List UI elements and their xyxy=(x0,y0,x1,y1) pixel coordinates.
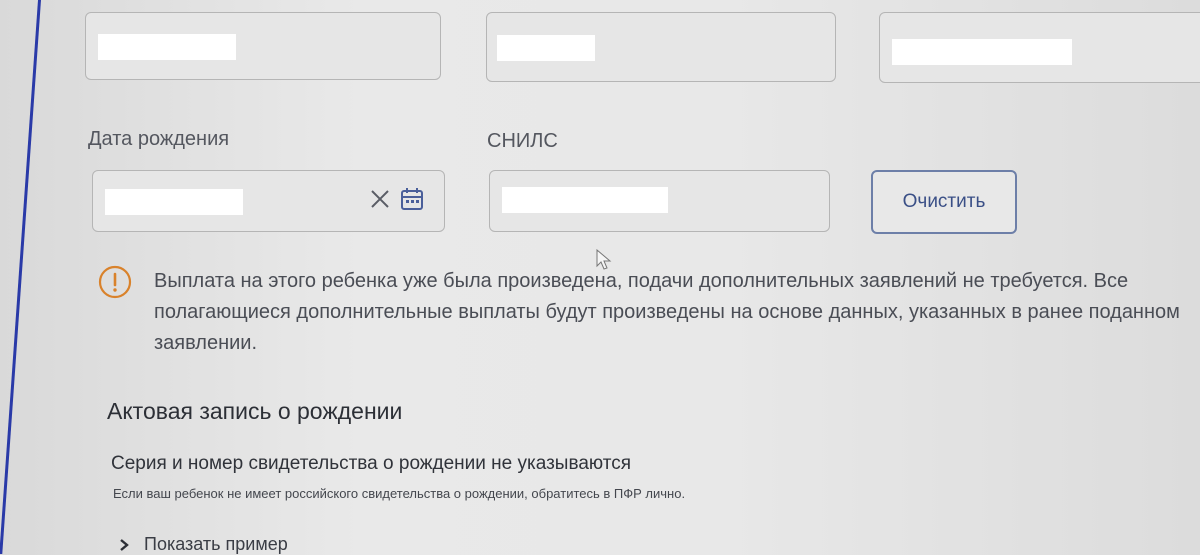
show-example-link[interactable]: Показать пример xyxy=(118,534,288,555)
show-example-label: Показать пример xyxy=(144,534,288,554)
section-title-birth-record: Актовая запись о рождении xyxy=(107,398,403,424)
birth-date-label: Дата рождения xyxy=(88,128,230,150)
snils-label: СНИЛС xyxy=(487,130,558,152)
redacted-value xyxy=(892,39,1072,65)
redacted-value xyxy=(105,189,243,215)
left-accent-bar xyxy=(0,0,41,554)
certificate-note: Серия и номер свидетельства о рождении н… xyxy=(111,453,632,474)
clear-date-icon[interactable] xyxy=(368,187,392,211)
surname-field[interactable] xyxy=(85,12,441,80)
birth-date-field[interactable] xyxy=(92,170,445,232)
chevron-right-icon xyxy=(120,538,129,551)
payment-notice-text: Выплата на этого ребенка уже была произв… xyxy=(154,270,1180,354)
first-name-field[interactable] xyxy=(486,12,836,82)
calendar-icon[interactable] xyxy=(400,187,424,211)
redacted-value xyxy=(497,35,595,61)
redacted-value xyxy=(502,187,668,213)
redacted-value xyxy=(98,34,236,60)
clear-button[interactable]: Очистить xyxy=(871,170,1017,234)
patronymic-field[interactable] xyxy=(879,12,1200,83)
certificate-hint: Если ваш ребенок не имеет российского св… xyxy=(113,486,686,501)
warning-icon xyxy=(98,265,132,299)
snils-field[interactable] xyxy=(489,170,830,232)
